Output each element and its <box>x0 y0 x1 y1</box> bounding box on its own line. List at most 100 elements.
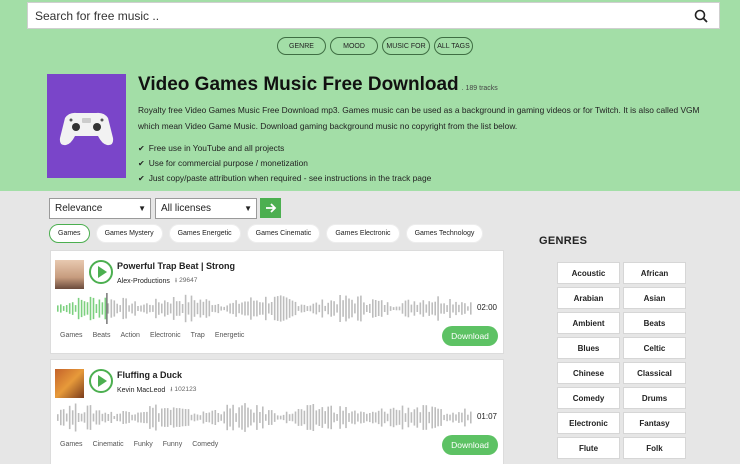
waveform-bar <box>152 305 154 312</box>
waveform-bar <box>434 407 436 428</box>
play-button[interactable] <box>89 369 113 393</box>
genre-beats[interactable]: Beats <box>623 312 686 334</box>
waveform-bar <box>300 304 303 313</box>
waveform-bar <box>407 407 410 428</box>
waveform-bar <box>392 307 395 310</box>
bullet-item: Use for commercial purpose / monetizatio… <box>138 156 431 171</box>
waveform-bar <box>113 300 116 317</box>
track-meta: Kevin MacLeod ⭳ 102123 <box>117 385 196 396</box>
waveform-bar <box>166 302 169 315</box>
genre-classical[interactable]: Classical <box>623 362 686 384</box>
tag-filter-games-mystery[interactable]: Games Mystery <box>95 224 163 243</box>
genre-ambient[interactable]: Ambient <box>557 312 620 334</box>
play-button[interactable] <box>89 260 113 284</box>
tag-filter-games-technology[interactable]: Games Technology <box>405 224 484 243</box>
track-tag[interactable]: Games <box>60 441 83 448</box>
waveform-bar <box>60 409 62 426</box>
genre-folk[interactable]: Folk <box>623 437 686 459</box>
waveform-bar <box>152 407 154 428</box>
track-tag[interactable]: Energetic <box>215 332 245 339</box>
license-bullets: Free use in YouTube and all projects Use… <box>138 141 432 186</box>
waveform-bar <box>172 297 175 320</box>
waveform-bar <box>223 306 225 311</box>
tag-filter-games-cinematic[interactable]: Games Cinematic <box>246 224 321 243</box>
waveform-bar <box>107 303 110 314</box>
genre-acoustic[interactable]: Acoustic <box>557 262 620 284</box>
tag-filter-games-energetic[interactable]: Games Energetic <box>168 224 241 243</box>
waveform-bar <box>333 412 335 423</box>
waveform-bar <box>155 298 157 319</box>
track-artist[interactable]: Alex-Productions <box>117 278 170 285</box>
waveform-bar <box>95 304 98 313</box>
waveform-bar <box>181 408 184 427</box>
waveform-bar <box>467 306 469 311</box>
genres-title: GENRES <box>539 235 588 247</box>
search-icon[interactable] <box>689 4 713 28</box>
tag-filter-games[interactable]: Games <box>49 224 90 243</box>
track-count: . 189 tracks <box>461 85 498 92</box>
genre-comedy[interactable]: Comedy <box>557 387 620 409</box>
waveform-bar <box>470 302 472 315</box>
chevron-down-icon: ▼ <box>244 204 252 213</box>
waveform-bar <box>330 405 332 430</box>
apply-filter-button[interactable] <box>260 198 281 218</box>
track-tag[interactable]: Action <box>120 332 139 339</box>
genre-arabian[interactable]: Arabian <box>557 287 620 309</box>
track-title[interactable]: Fluffing a Duck <box>117 370 182 380</box>
waveform-bar <box>333 301 335 316</box>
waveform-bar <box>312 404 315 431</box>
waveform-bar <box>164 408 166 427</box>
genre-african[interactable]: African <box>623 262 686 284</box>
track-tags: Games Beats Action Electronic Trap Energetic <box>60 332 244 339</box>
waveform-bar <box>395 306 398 311</box>
sort-select-value: Relevance <box>55 203 103 214</box>
track-tag[interactable]: Trap <box>191 332 205 339</box>
waveform-bar <box>291 300 294 317</box>
genre-asian[interactable]: Asian <box>623 287 686 309</box>
tag-filter-games-electronic[interactable]: Games Electronic <box>326 224 400 243</box>
genre-chinese[interactable]: Chinese <box>557 362 620 384</box>
track-tag[interactable]: Beats <box>93 332 111 339</box>
genre-electronic[interactable]: Electronic <box>557 412 620 434</box>
waveform-bar <box>262 302 264 315</box>
track-tag[interactable]: Cinematic <box>93 441 124 448</box>
waveform-bar <box>348 413 350 422</box>
chevron-down-icon: ▼ <box>138 204 146 213</box>
track-artist[interactable]: Kevin MacLeod <box>117 387 165 394</box>
waveform-bar <box>205 299 208 318</box>
waveform-bar <box>282 296 285 321</box>
waveform-bar <box>470 411 472 424</box>
waveform[interactable] <box>55 293 475 324</box>
waveform-bar <box>342 300 344 317</box>
genre-chip[interactable]: GENRE <box>277 37 326 55</box>
license-select[interactable]: All licenses ▼ <box>155 198 257 219</box>
waveform-bar <box>357 296 359 321</box>
waveform-bar <box>342 410 344 425</box>
track-tag[interactable]: Electronic <box>150 332 181 339</box>
track-tag[interactable]: Comedy <box>192 441 218 448</box>
track-tag[interactable]: Funky <box>134 441 153 448</box>
music-for-chip[interactable]: MUSIC FOR <box>382 37 430 55</box>
search-input[interactable] <box>28 8 689 23</box>
all-tags-chip[interactable]: ALL TAGS <box>434 37 473 55</box>
waveform-bar <box>324 305 326 312</box>
track-tag[interactable]: Funny <box>163 441 182 448</box>
waveform-bar <box>431 406 433 429</box>
waveform[interactable] <box>55 402 475 433</box>
genre-fantasy[interactable]: Fantasy <box>623 412 686 434</box>
genre-drums[interactable]: Drums <box>623 387 686 409</box>
waveform-bar <box>202 411 205 424</box>
waveform-bar <box>354 410 356 425</box>
waveform-bar <box>449 299 451 318</box>
genre-flute[interactable]: Flute <box>557 437 620 459</box>
sort-select[interactable]: Relevance ▼ <box>49 198 151 219</box>
waveform-bar <box>125 298 127 319</box>
track-tag[interactable]: Games <box>60 332 83 339</box>
mood-chip[interactable]: MOOD <box>330 37 378 55</box>
download-button[interactable]: Download <box>442 326 498 346</box>
download-button[interactable]: Download <box>442 435 498 455</box>
genre-blues[interactable]: Blues <box>557 337 620 359</box>
genre-celtic[interactable]: Celtic <box>623 337 686 359</box>
track-title[interactable]: Powerful Trap Beat | Strong <box>117 261 235 271</box>
page-title: Video Games Music Free Download. 189 tra… <box>138 74 498 96</box>
